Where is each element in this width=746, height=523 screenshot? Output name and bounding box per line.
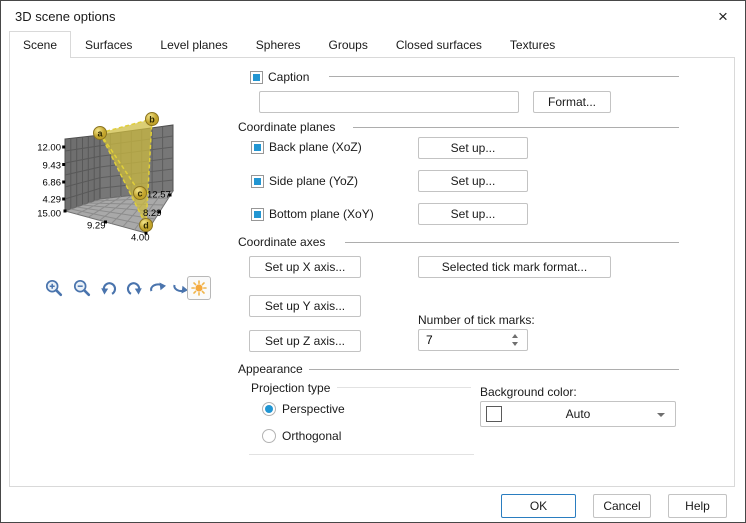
rotate-left-button[interactable] xyxy=(98,277,120,299)
background-color-dropdown[interactable]: Auto xyxy=(480,401,676,427)
x-axis-tick-label: 4.00 xyxy=(131,233,150,244)
tab-closed-surfaces[interactable]: Closed surfaces xyxy=(382,31,496,58)
scene-preview[interactable]: 12.00 9.43 6.86 4.29 15.00 9.29 4.00 12.… xyxy=(19,96,199,246)
cancel-button[interactable]: Cancel xyxy=(593,494,651,518)
side-plane-checkbox[interactable] xyxy=(251,175,264,188)
z-axis-tick-label: 12.00 xyxy=(37,143,61,154)
z-axis-tick-label: 9.43 xyxy=(43,161,62,172)
rotate-right-button[interactable] xyxy=(123,277,145,299)
ok-button[interactable]: OK xyxy=(501,494,576,518)
caption-checkbox[interactable] xyxy=(250,71,263,84)
x-axis-tick-label: 15.00 xyxy=(37,209,61,220)
help-button[interactable]: Help xyxy=(668,494,727,518)
spinner-down-icon[interactable] xyxy=(512,342,518,346)
rotate-forward-icon xyxy=(150,282,166,292)
tick-count-input[interactable] xyxy=(419,330,506,350)
caption-input[interactable] xyxy=(259,91,519,113)
light-toggle-button[interactable] xyxy=(187,276,211,300)
zoom-in-icon xyxy=(45,279,63,297)
tab-textures[interactable]: Textures xyxy=(496,31,569,58)
close-icon: × xyxy=(718,7,728,26)
vertex-label-d: d xyxy=(143,221,149,231)
close-button[interactable]: × xyxy=(709,5,737,29)
orthogonal-radio[interactable] xyxy=(262,429,276,443)
z-axis-tick-label: 4.29 xyxy=(43,195,62,206)
side-plane-setup-button[interactable]: Set up... xyxy=(418,170,528,192)
rotate-forward-button[interactable] xyxy=(147,277,169,299)
zoom-out-icon xyxy=(73,279,91,297)
vertex-label-c: c xyxy=(137,189,142,199)
rotate-right-icon xyxy=(126,282,142,295)
back-plane-checkbox[interactable] xyxy=(251,141,264,154)
perspective-radio[interactable] xyxy=(262,402,276,416)
zoom-in-button[interactable] xyxy=(43,277,65,299)
spinner-up-icon[interactable] xyxy=(512,334,518,338)
tab-level-planes[interactable]: Level planes xyxy=(146,31,241,58)
tab-surfaces[interactable]: Surfaces xyxy=(71,31,146,58)
chevron-down-icon xyxy=(657,413,665,417)
tick-format-button[interactable]: Selected tick mark format... xyxy=(418,256,611,278)
light-icon xyxy=(191,280,207,296)
tab-bar: Scene Surfaces Level planes Spheres Grou… xyxy=(9,31,569,58)
setup-z-axis-button[interactable]: Set up Z axis... xyxy=(249,330,361,352)
zoom-out-button[interactable] xyxy=(71,277,93,299)
back-plane-setup-button[interactable]: Set up... xyxy=(418,137,528,159)
rotate-left-icon xyxy=(101,282,117,295)
tab-scene[interactable]: Scene xyxy=(9,31,72,58)
format-button[interactable]: Format... xyxy=(533,91,611,113)
y-axis-tick-label: 12.57 xyxy=(147,190,171,201)
3d-scene-options-dialog: 3D scene options × Scene Surfaces Level … xyxy=(0,0,746,523)
setup-x-axis-button[interactable]: Set up X axis... xyxy=(249,256,361,278)
y-axis-tick-label: 8.29 xyxy=(143,208,162,219)
dialog-title: 3D scene options xyxy=(15,9,116,24)
tab-spheres[interactable]: Spheres xyxy=(242,31,315,58)
bottom-plane-checkbox[interactable] xyxy=(251,208,264,221)
tab-groups[interactable]: Groups xyxy=(314,31,381,58)
x-axis-tick-label: 9.29 xyxy=(87,221,106,232)
background-color-value: Auto xyxy=(565,407,591,421)
bottom-plane-setup-button[interactable]: Set up... xyxy=(418,203,528,225)
tick-count-spinner xyxy=(418,329,528,351)
vertex-label-b: b xyxy=(149,115,155,125)
setup-y-axis-button[interactable]: Set up Y axis... xyxy=(249,295,361,317)
z-axis-tick-label: 6.86 xyxy=(43,178,62,189)
